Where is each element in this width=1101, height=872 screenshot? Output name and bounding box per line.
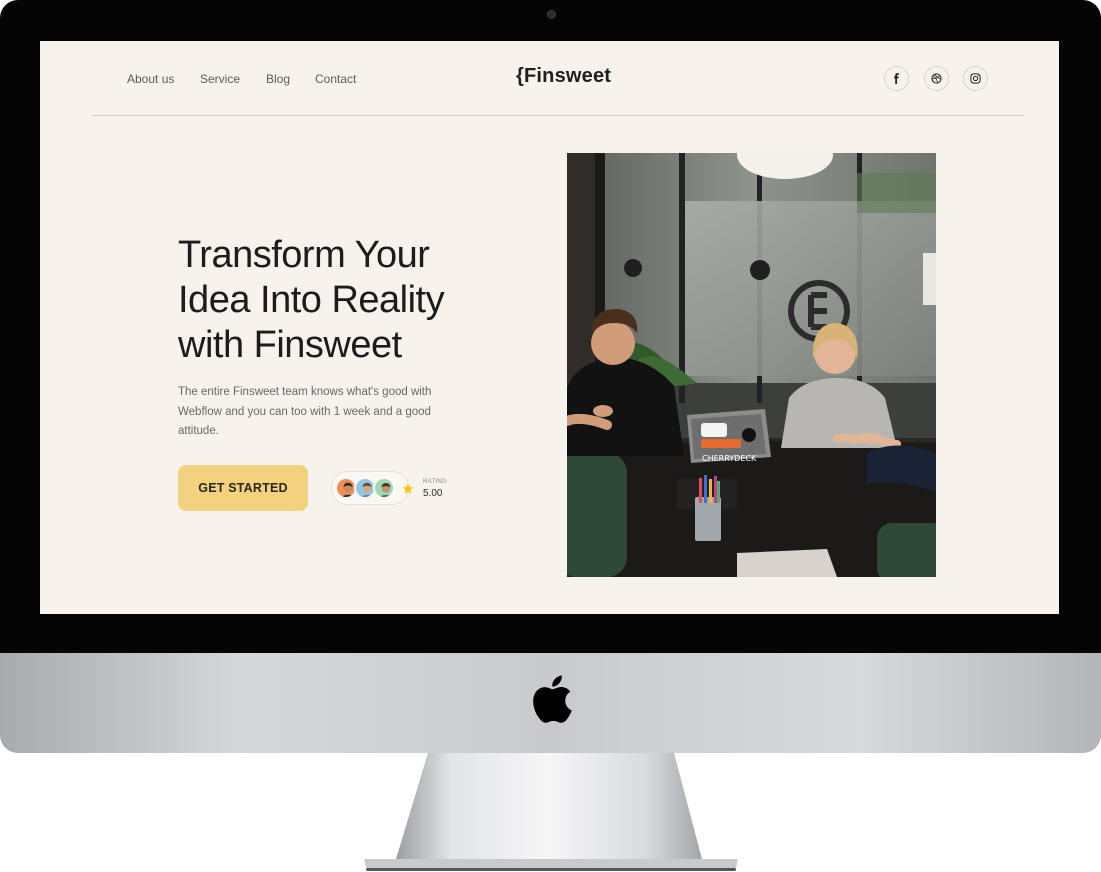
svg-text:CHERRYDECK: CHERRYDECK xyxy=(702,454,757,463)
avatar xyxy=(373,477,395,499)
finsweet-logo[interactable]: {Finsweet xyxy=(516,65,611,88)
star-icon xyxy=(402,483,414,494)
imac-mockup: About us Service Blog Contact {Finsweet xyxy=(0,0,1101,872)
camera-icon xyxy=(547,10,556,19)
get-started-button[interactable]: GET STARTED xyxy=(178,465,308,511)
hero-subtext: The entire Finsweet team knows what's go… xyxy=(178,386,432,437)
rating-value: 5.00 xyxy=(423,488,443,499)
instagram-icon xyxy=(970,73,981,84)
rating-label: RATING xyxy=(423,479,448,485)
nav-link-about[interactable]: About us xyxy=(127,72,174,86)
hero-team-photo: CHERRYDECK xyxy=(567,153,936,577)
monitor-chin xyxy=(0,653,1101,753)
instagram-button[interactable] xyxy=(963,66,988,91)
apple-logo-icon xyxy=(533,675,572,723)
nav-link-contact[interactable]: Contact xyxy=(315,72,356,86)
facebook-button[interactable] xyxy=(884,66,909,91)
hero-headline: Transform Your Idea Into Reality with Fi… xyxy=(178,233,558,368)
headline-line-1: Transform Your xyxy=(178,234,430,276)
headline-line-2: Idea Into Reality xyxy=(178,279,445,321)
website-screen: About us Service Blog Contact {Finsweet xyxy=(40,41,1059,614)
facebook-icon xyxy=(894,73,899,84)
rating-badge xyxy=(331,471,414,505)
headline-line-3: with Finsweet xyxy=(178,324,402,366)
dribbble-icon xyxy=(931,73,942,84)
nav-link-service[interactable]: Service xyxy=(200,72,240,86)
nav-divider xyxy=(92,115,1024,116)
dribbble-button[interactable] xyxy=(924,66,949,91)
monitor-stand xyxy=(364,753,738,871)
nav-link-blog[interactable]: Blog xyxy=(266,72,290,86)
